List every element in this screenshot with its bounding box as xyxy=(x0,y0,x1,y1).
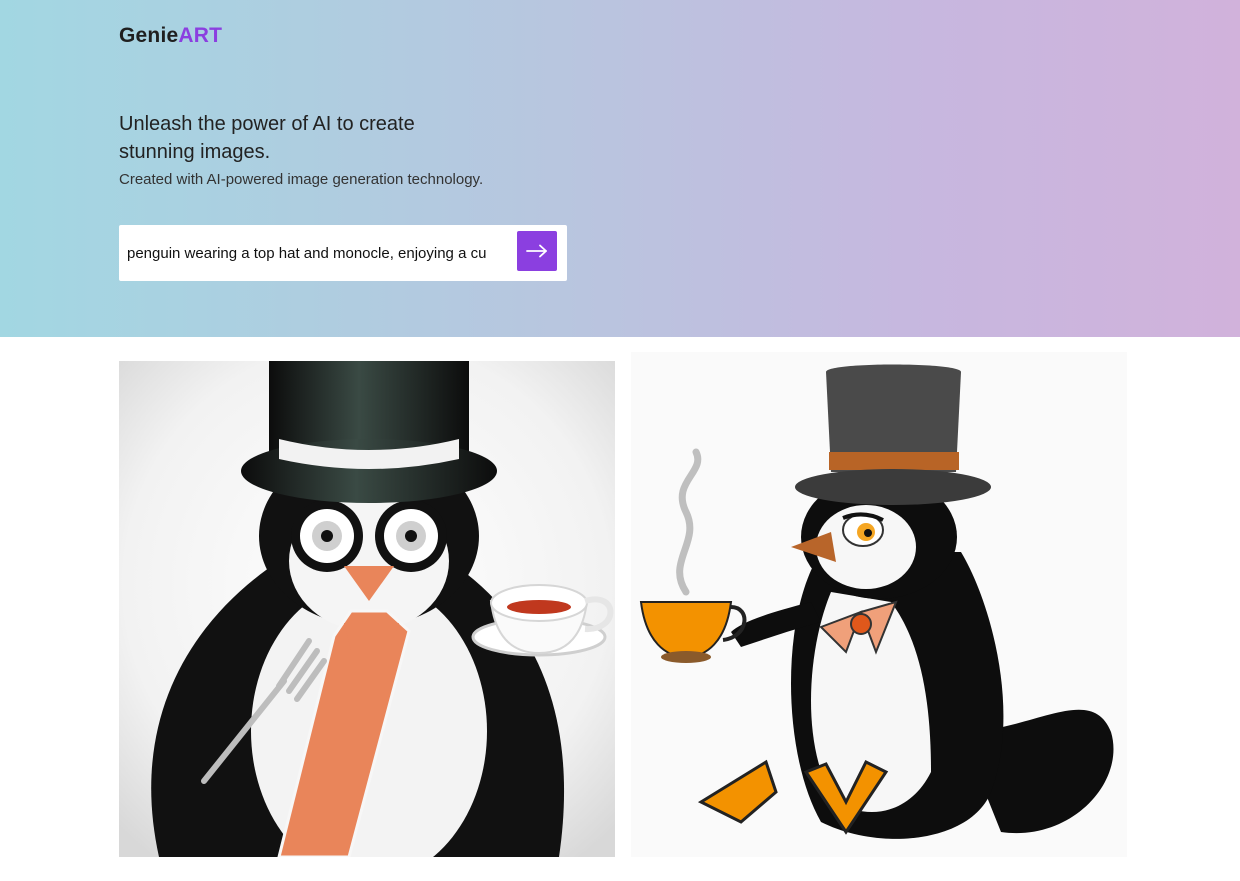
page-subheadline: Created with AI-powered image generation… xyxy=(119,171,484,188)
generated-image-1[interactable] xyxy=(119,361,615,857)
prompt-input[interactable] xyxy=(119,225,511,281)
generate-button[interactable] xyxy=(517,231,557,271)
logo-primary-text: Genie xyxy=(119,24,179,47)
arrow-right-icon xyxy=(526,244,547,258)
page-headline: Unleash the power of AI to create stunni… xyxy=(119,113,415,163)
logo-accent-text: ART xyxy=(178,24,223,47)
penguin-illustration-1 xyxy=(119,361,615,857)
logo[interactable]: GenieART xyxy=(119,24,222,48)
prompt-form xyxy=(119,225,567,281)
generated-image-2[interactable] xyxy=(631,352,1127,857)
penguin-illustration-2 xyxy=(631,352,1127,857)
hero-banner: GenieART Unleash the power of AI to crea… xyxy=(0,0,1240,337)
